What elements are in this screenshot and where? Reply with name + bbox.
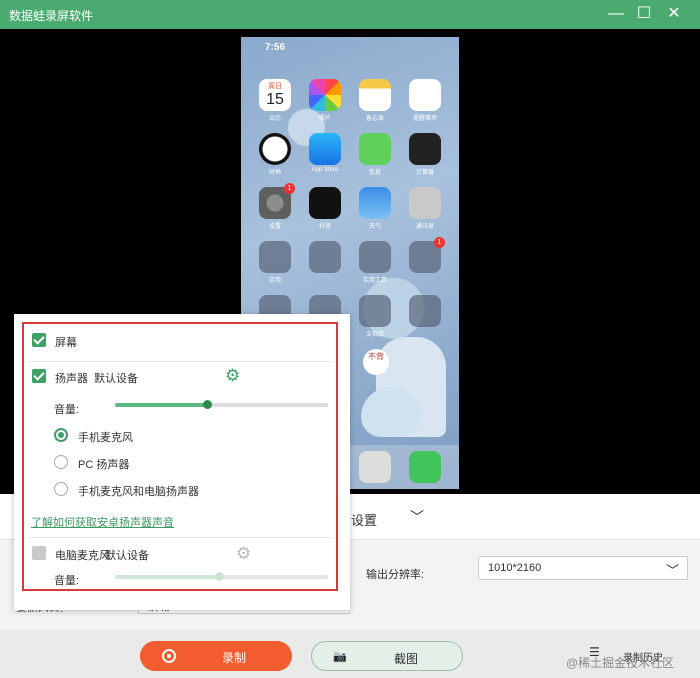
source-radio-phone-mic[interactable] [54, 428, 68, 442]
watermark: @稀土掘金技术社区 [566, 656, 675, 670]
reminders-icon: 提醒事项 [409, 79, 441, 122]
speaker-volume-fill [115, 403, 207, 407]
divider [29, 537, 331, 538]
app-label: 照片 [318, 116, 331, 122]
screen-checkbox[interactable] [32, 333, 46, 347]
source-label: PC 扬声器 [78, 459, 130, 471]
phone-time: 7:56 [265, 42, 286, 53]
mic-volume-label: 音量: [54, 575, 80, 587]
app-label: 时钟 [268, 170, 281, 176]
speaker-label: 扬声器 [55, 373, 88, 385]
speaker-volume-slider[interactable] [115, 400, 328, 409]
app-label: 日历 [268, 116, 281, 122]
mic-volume-slider[interactable] [115, 572, 328, 581]
weather-icon: 天气 [359, 187, 391, 230]
folder-icon [309, 241, 341, 273]
app-label: 计算器 [415, 170, 434, 176]
mic-checkbox[interactable] [32, 546, 46, 560]
resolution-label: 输出分辨率: [366, 569, 425, 581]
app-label: App Store [311, 167, 339, 173]
contacts-icon: 通讯录 [409, 187, 441, 230]
wechat-icon [409, 451, 441, 483]
notification-badge: 1 [434, 237, 445, 248]
speaker-volume-label: 音量: [54, 404, 80, 416]
window-title: 数据蛙录屏软件 [9, 9, 94, 23]
camera-icon [359, 451, 391, 483]
speaker-device: 默认设备 [94, 373, 138, 385]
sticker-badge: 不背 [363, 349, 389, 375]
android-speaker-help-link[interactable]: 了解如何获取安卓扬声器声音 [31, 514, 174, 530]
app-label: 提醒事项 [412, 116, 437, 122]
app-calendar: 周日 15 日历 [259, 79, 291, 122]
minimize-button[interactable]: — [604, 3, 628, 25]
mic-device: 默认设备 [105, 550, 149, 562]
folder-icon: 文档库 [359, 295, 391, 338]
calendar-weekday: 周日 [268, 83, 282, 90]
camera-icon: 📷 [333, 651, 347, 663]
messages-icon: 信息 [359, 133, 391, 176]
app-label: 抖音 [318, 224, 331, 230]
screenshot-button[interactable]: 📷 截图 [311, 641, 463, 671]
chevron-down-icon: ﹀ [665, 563, 679, 578]
folder-icon: 实用 [259, 241, 291, 284]
calculator-icon: 计算器 [409, 133, 441, 176]
record-button-label: 录制 [222, 651, 247, 665]
record-icon [162, 649, 176, 663]
app-label: 设置 [268, 224, 281, 230]
action-bar: 录制 📷 截图 ☰ 录制历史 @稀土掘金技术社区 [0, 630, 700, 678]
resolution-select[interactable]: 1010*2160 ﹀ [478, 556, 688, 580]
screen-label: 屏幕 [55, 337, 77, 349]
notification-badge: 1 [284, 183, 295, 194]
source-radio-pc-speaker[interactable] [54, 455, 68, 469]
speaker-checkbox[interactable] [32, 369, 46, 383]
mic-gear-icon[interactable]: ⚙ [236, 545, 251, 562]
tab-settings[interactable]: 设置 [351, 510, 377, 529]
screenshot-button-label: 截图 [394, 652, 419, 666]
app-label: 天气 [368, 224, 381, 230]
source-label: 手机麦克风和电脑扬声器 [78, 486, 199, 498]
settings-gear-icon: 1 设置 [259, 183, 295, 230]
maximize-button[interactable]: ☐ [632, 3, 656, 25]
photos-icon: 照片 [309, 79, 341, 122]
divider [29, 361, 331, 362]
notes-icon: 备忘录 [359, 79, 391, 122]
app-label: 文档库 [365, 332, 384, 338]
app-store-icon: App Store [309, 133, 341, 173]
calendar-day: 15 [266, 91, 284, 108]
mic-label: 电脑麦克风 [55, 550, 110, 562]
source-label: 手机麦克风 [78, 432, 133, 444]
folder-icon: 实用工具 [359, 241, 391, 284]
app-label: 实用工具 [362, 278, 387, 284]
app-label: 信息 [368, 170, 381, 176]
speaker-gear-icon[interactable]: ⚙ [225, 367, 240, 384]
speaker-volume-handle[interactable] [202, 400, 212, 409]
mic-volume-fill [115, 575, 220, 579]
chevron-down-icon[interactable]: ﹀ [410, 507, 424, 527]
clock-icon: 时钟 [259, 133, 291, 176]
app-label: 备忘录 [365, 116, 384, 122]
record-button[interactable]: 录制 [140, 641, 292, 671]
close-button[interactable]: ✕ [662, 3, 686, 25]
app-label: 实用 [268, 278, 281, 284]
app-label: 通讯录 [415, 224, 434, 230]
title-bar: 数据蛙录屏软件 — ☐ ✕ [0, 0, 700, 29]
folder-icon: 1 [409, 237, 445, 273]
folder-icon [409, 295, 441, 327]
source-radio-both[interactable] [54, 482, 68, 496]
tiktok-icon: 抖音 [309, 187, 341, 230]
resolution-value: 1010*2160 [488, 562, 542, 574]
